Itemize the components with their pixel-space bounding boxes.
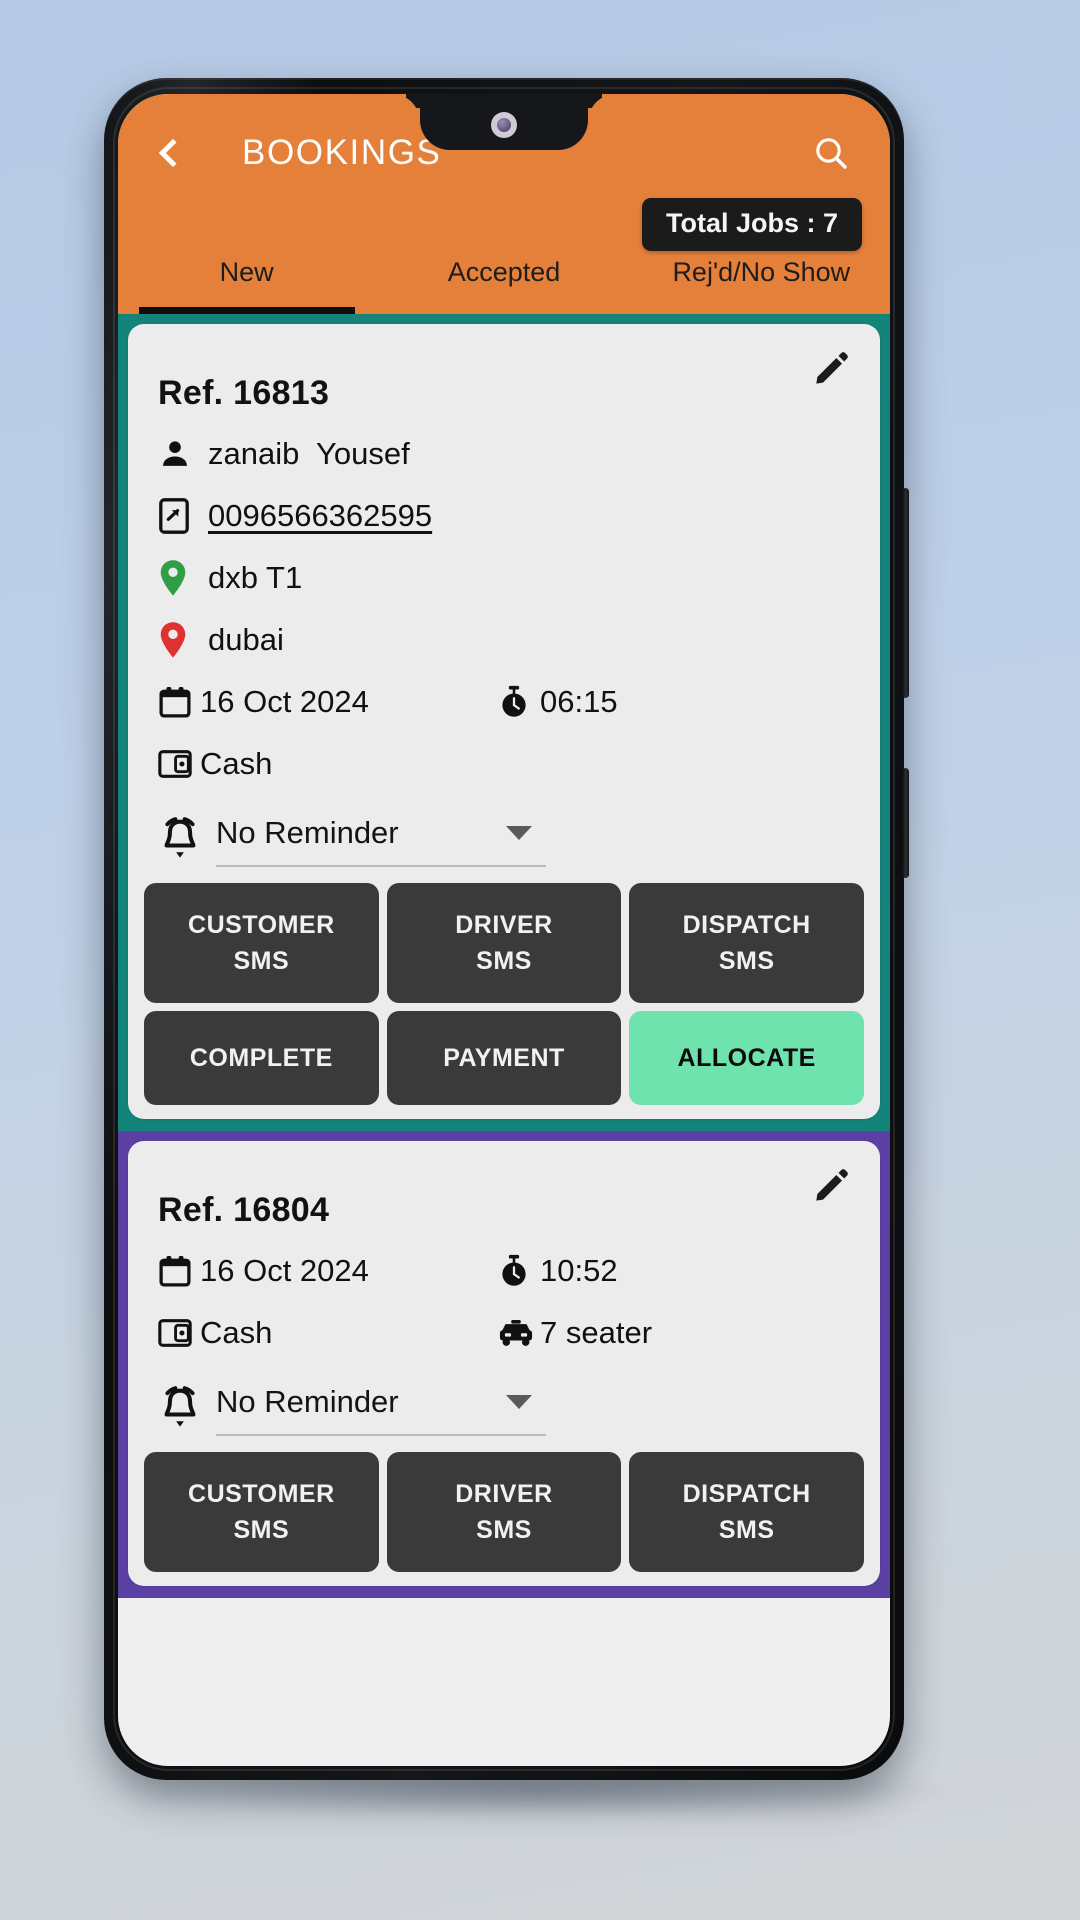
wallet-icon <box>158 1318 198 1348</box>
phone-forward-icon <box>158 498 198 534</box>
booking-actions: CUSTOMER SMS DRIVER SMS DISPATCH SMS <box>144 1452 864 1572</box>
button-line-1: DISPATCH <box>682 910 811 939</box>
back-button[interactable] <box>140 124 198 182</box>
dispatch-sms-button[interactable]: DISPATCH SMS <box>629 1452 864 1572</box>
stopwatch-icon <box>498 685 538 719</box>
allocate-button[interactable]: ALLOCATE <box>629 1011 864 1105</box>
reminder-row[interactable]: No Reminder <box>158 1382 850 1436</box>
edit-booking-button[interactable] <box>806 1159 858 1211</box>
datetime-row: 16 Oct 2024 <box>158 679 850 725</box>
payment-method: Cash <box>200 1314 273 1350</box>
calendar-icon <box>158 685 198 719</box>
button-line-1: CUSTOMER <box>188 1479 335 1508</box>
booking-date: 16 Oct 2024 <box>200 683 369 719</box>
complete-button[interactable]: COMPLETE <box>144 1011 379 1105</box>
pickup-location: dxb T1 <box>208 559 303 595</box>
total-jobs-badge: Total Jobs : 7 <box>641 198 862 251</box>
tab-new[interactable]: New <box>118 257 375 314</box>
alarm-bell-icon <box>158 815 202 866</box>
customer-sms-button[interactable]: CUSTOMER SMS <box>144 1452 379 1572</box>
reminder-value: No Reminder <box>216 1384 399 1419</box>
booking-time: 06:15 <box>540 683 618 719</box>
pencil-icon <box>816 352 848 384</box>
booking-date: 16 Oct 2024 <box>200 1252 369 1288</box>
driver-sms-button[interactable]: DRIVER SMS <box>386 883 622 1003</box>
payment-method: Cash <box>200 745 273 781</box>
reminder-row[interactable]: No Reminder <box>158 813 850 867</box>
payment-vehicle-row: Cash 7 seater <box>158 1310 850 1356</box>
customer-row: zanaib Yousef <box>158 431 850 477</box>
button-line-2: SMS <box>233 1516 290 1544</box>
pickup-pin-icon <box>158 559 198 597</box>
button-line-1: COMPLETE <box>189 1043 333 1072</box>
front-camera <box>491 112 517 138</box>
button-line-1: CUSTOMER <box>188 910 335 939</box>
tab-accepted[interactable]: Accepted <box>375 257 632 314</box>
phone-device-frame: BOOKINGS Total Jobs : 7 New Accepted Rej… <box>104 78 909 1780</box>
customer-phone-link[interactable]: 0096566362595 <box>208 498 432 533</box>
phone-screen: BOOKINGS Total Jobs : 7 New Accepted Rej… <box>118 94 890 1766</box>
stopwatch-icon <box>498 1254 538 1288</box>
alarm-bell-icon <box>158 1384 202 1435</box>
button-line-2: SMS <box>233 947 290 975</box>
dropoff-row: dubai <box>158 617 850 663</box>
chevron-left-icon <box>158 138 187 168</box>
button-line-1: DISPATCH <box>682 1479 811 1508</box>
person-icon <box>158 437 198 471</box>
payment-button[interactable]: PAYMENT <box>386 1011 622 1105</box>
booking-band-2: Ref. 16804 16 Oct 2024 10:52 Cash 7 seat… <box>118 1131 890 1598</box>
payment-row: Cash <box>158 741 850 787</box>
search-button[interactable] <box>800 122 862 184</box>
edit-booking-button[interactable] <box>806 342 858 394</box>
booking-ref: Ref. 16813 <box>158 374 330 412</box>
calendar-icon <box>158 1254 198 1288</box>
button-line-2: SMS <box>476 947 532 975</box>
dropoff-location: dubai <box>208 621 284 657</box>
button-line-1: PAYMENT <box>443 1043 565 1072</box>
button-line-1: ALLOCATE <box>677 1043 816 1072</box>
phone-row[interactable]: 0096566362595 <box>158 493 850 539</box>
tab-rejected-no-show[interactable]: Rej'd/No Show <box>633 257 890 314</box>
booking-time: 10:52 <box>540 1252 618 1288</box>
button-line-1: DRIVER <box>455 1479 553 1508</box>
bookings-list[interactable]: Ref. 16813 zanaib Yousef 0096566362595 d… <box>118 314 890 1766</box>
booking-card-16804[interactable]: Ref. 16804 16 Oct 2024 10:52 Cash 7 seat… <box>128 1141 880 1586</box>
power-button[interactable] <box>902 768 909 878</box>
customer-name: zanaib Yousef <box>208 435 410 471</box>
booking-actions: CUSTOMER SMS DRIVER SMS DISPATCH SMS COM… <box>144 883 864 1105</box>
vehicle-type: 7 seater <box>540 1314 653 1350</box>
reminder-dropdown[interactable]: No Reminder <box>216 1382 546 1436</box>
dropoff-pin-icon <box>158 621 198 659</box>
pickup-row: dxb T1 <box>158 555 850 601</box>
reminder-dropdown[interactable]: No Reminder <box>216 813 546 867</box>
page-title: BOOKINGS <box>242 133 442 172</box>
booking-card-16813[interactable]: Ref. 16813 zanaib Yousef 0096566362595 d… <box>128 324 880 1119</box>
customer-sms-button[interactable]: CUSTOMER SMS <box>144 883 379 1003</box>
booking-band-1: Ref. 16813 zanaib Yousef 0096566362595 d… <box>118 314 890 1131</box>
reminder-value: No Reminder <box>216 815 399 850</box>
button-line-2: SMS <box>718 947 775 975</box>
taxi-icon <box>498 1318 538 1348</box>
wallet-icon <box>158 749 198 779</box>
button-line-2: SMS <box>718 1516 775 1544</box>
chevron-down-icon <box>506 826 532 840</box>
volume-button[interactable] <box>902 488 909 698</box>
chevron-down-icon <box>506 1395 532 1409</box>
button-line-1: DRIVER <box>455 910 553 939</box>
search-icon <box>816 138 847 169</box>
button-line-2: SMS <box>476 1516 532 1544</box>
driver-sms-button[interactable]: DRIVER SMS <box>386 1452 622 1572</box>
booking-ref: Ref. 16804 <box>158 1191 330 1229</box>
pencil-icon <box>816 1169 848 1201</box>
datetime-row: 16 Oct 2024 <box>158 1248 850 1294</box>
dispatch-sms-button[interactable]: DISPATCH SMS <box>629 883 864 1003</box>
